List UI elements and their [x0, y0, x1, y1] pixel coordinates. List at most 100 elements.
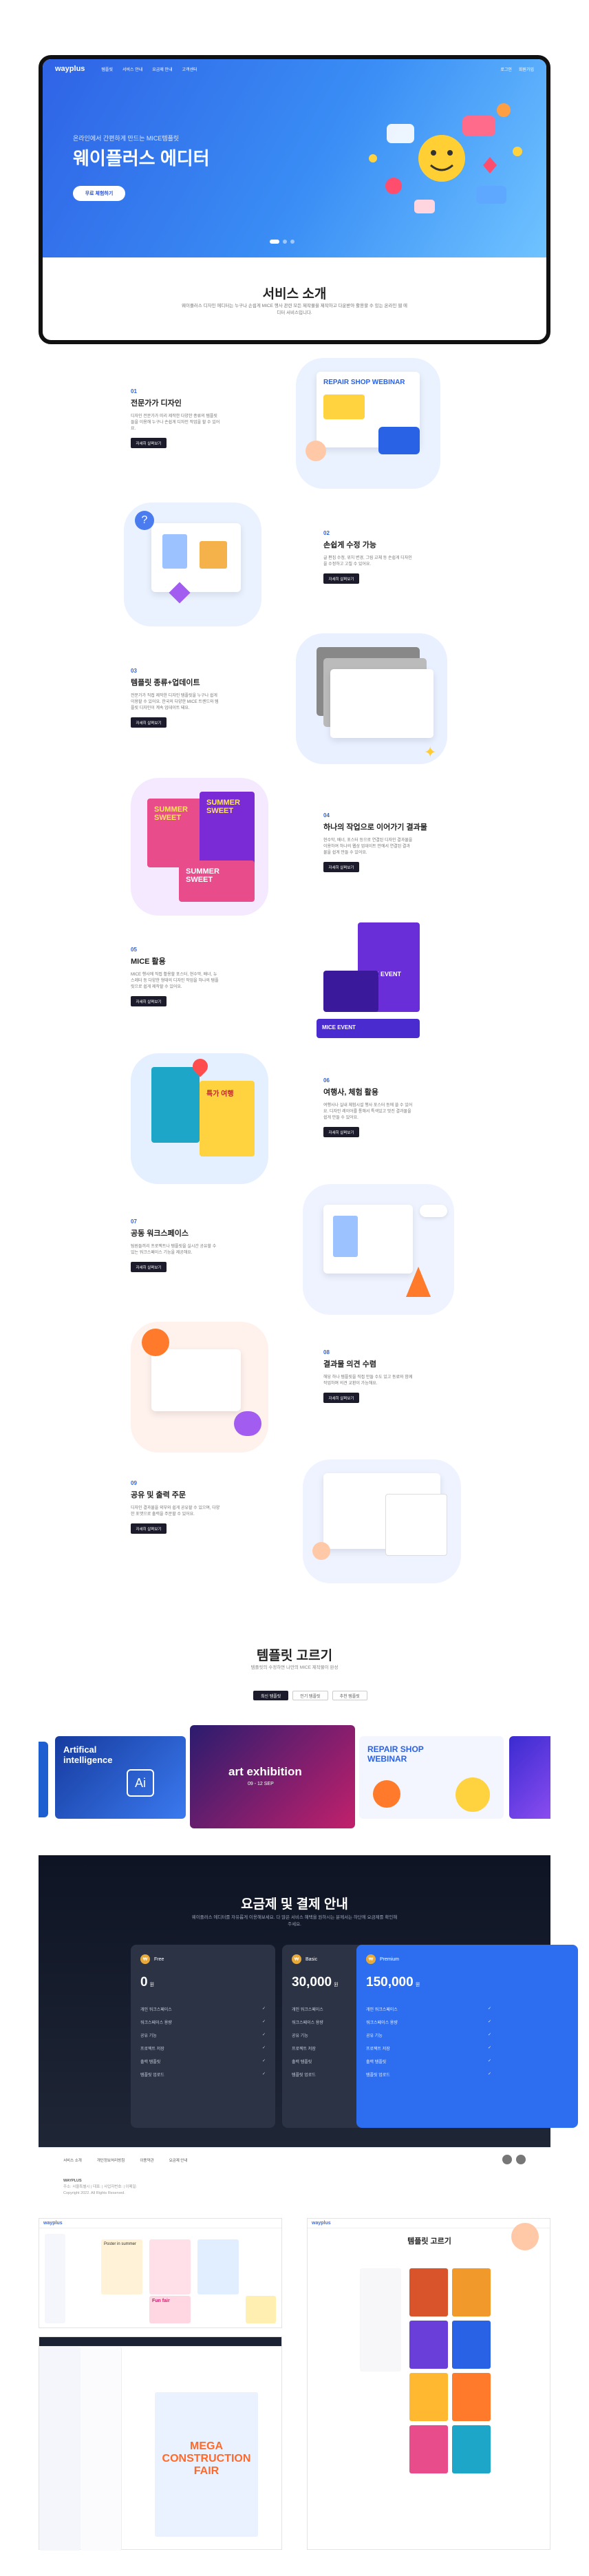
template-card-edge-left[interactable] — [39, 1742, 48, 1817]
chat-bubble-icon — [462, 116, 495, 136]
screen-template-picker: wayplus 템플릿 고르기 — [307, 2218, 550, 2550]
coin-icon: ₩ — [366, 1954, 376, 1964]
template-card-date: 09 - 12 SEP — [248, 1782, 274, 1786]
thumb-funfair[interactable]: Fun fair — [149, 2296, 191, 2323]
footer-link[interactable]: 이용약관 — [140, 2157, 153, 2163]
feature-detail-button[interactable]: 자세히 살펴보기 — [131, 1262, 167, 1272]
check-icon: ✓ — [261, 2059, 266, 2063]
login-link[interactable]: 로그인 — [500, 66, 512, 72]
feature-desc: 글 편집 수정, 위치 변경, 그림 교체 등 손쉽게 디자인을 수정하고 고칠… — [323, 556, 412, 567]
nav-link-pricing[interactable]: 요금제 안내 — [152, 66, 172, 72]
feature-detail-button[interactable]: 자세히 살펴보기 — [131, 996, 167, 1006]
plan-feature: 템플릿 업로드 ✓ — [366, 2068, 491, 2081]
hand-icon — [306, 441, 326, 461]
check-icon: ✓ — [261, 2033, 266, 2037]
plan-feature: 출력 템플릿 ✓ — [140, 2055, 266, 2068]
plan-premium[interactable]: ₩ Premium 150,000 원 개인 워크스페이스 ✓ 워크스페이스 용량 ✓ … — [356, 1945, 501, 2128]
feature-desc: 팀원들끼리 프로젝트나 템플릿을 실시간 공유할 수 있는 워크스페이스 기능을… — [131, 1245, 217, 1255]
feature-detail-button[interactable]: 자세히 살펴보기 — [131, 438, 167, 448]
top-nav: wayplus 템플릿 서비스 안내 요금제 안내 고객센터 로그인 회원가입 — [43, 59, 546, 78]
feature-detail-button[interactable]: 자세히 살펴보기 — [323, 573, 359, 584]
nav-links: 템플릿 서비스 안내 요금제 안내 고객센터 — [101, 66, 197, 72]
nav-auth: 로그인 회원가입 — [500, 66, 534, 72]
tab-recommended[interactable]: 추천 템플릿 — [332, 1691, 367, 1700]
footer-link[interactable]: 서비스 소개 — [63, 2157, 82, 2163]
footer-info: WAYPLUS 주소: 서울특별시 | 대표: | 사업자번호: | 이메일: … — [63, 2178, 137, 2197]
footer-address: 주소: 서울특별시 | 대표: | 사업자번호: | 이메일: — [63, 2185, 138, 2189]
feature-title: 공동 워크스페이스 — [131, 1229, 189, 1238]
feature-detail-button[interactable]: 자세히 살펴보기 — [323, 1393, 359, 1403]
signup-link[interactable]: 회원가입 — [519, 66, 534, 72]
check-icon: ✓ — [487, 2033, 491, 2037]
social-icon[interactable] — [502, 2155, 512, 2164]
plan-feature: 프로젝트 저장 ✓ — [140, 2042, 266, 2055]
template-card-title: Artifical intelligence — [63, 1744, 113, 1765]
plan-feature-label: 템플릿 업로드 — [366, 2073, 390, 2078]
nav-link-service[interactable]: 서비스 안내 — [122, 66, 142, 72]
feature-05: 05 MICE 활용 MICE 행사에 직접 활용할 포스터, 현수막, 배너,… — [131, 947, 220, 1006]
check-icon: ✓ — [487, 2007, 491, 2011]
plan-price: 150,000 원 — [366, 1975, 491, 1990]
feature-07-illustration — [303, 1184, 454, 1315]
coin-icon: ₩ — [140, 1954, 150, 1964]
check-icon: ✓ — [261, 2072, 266, 2076]
plan-features: 개인 워크스페이스 ✓ 워크스페이스 용량 ✓ 공유 기능 ✓ 프로젝트 저장 ✓ 출력… — [140, 2003, 266, 2081]
message-bubble-icon — [387, 124, 414, 143]
hero-title: 웨이플러스 에디터 — [73, 148, 210, 169]
cone-icon — [406, 1267, 431, 1297]
service-desc: 웨이플러스 디자인 에디터는 누구나 손쉽게 MICE 행사 관련 모든 제작물… — [181, 304, 407, 315]
plan-feature: 공유 기능 ✓ — [140, 2029, 266, 2042]
plan-feature-label: 프로젝트 저장 — [366, 2047, 390, 2051]
feature-num: 06 — [323, 1077, 330, 1084]
feature-detail-button[interactable]: 자세히 살펴보기 — [323, 1127, 359, 1137]
feature-04-illustration: SUMMER SWEET SUMMER SWEET SUMMER SWEET — [131, 778, 268, 916]
plan-feature-label: 개인 워크스페이스 — [366, 2008, 398, 2012]
coin-icon: ₩ — [292, 1954, 301, 1964]
feature-06: 06 여행사, 체험 활용 여행사나 실내 체험시설 행사 포스터 등에 쓸 수… — [323, 1077, 413, 1137]
feature-09: 09 공유 및 출력 주문 디자인 결과물을 외부와 쉽게 공유할 수 있으며,… — [131, 1480, 220, 1534]
feature-detail-button[interactable]: 자세히 살펴보기 — [131, 1523, 167, 1534]
sparkle-icon: ✦ — [424, 743, 437, 761]
plan-free[interactable]: ₩ Free 0원 개인 워크스페이스 ✓ 워크스페이스 용량 ✓ 공유 기능 ✓ 프로… — [131, 1945, 275, 2128]
template-card-art[interactable]: art exhibition 09 - 12 SEP — [190, 1725, 355, 1828]
nav-link-support[interactable]: 고객센터 — [182, 66, 197, 72]
feature-desc: 해당 하나 템플릿을 직접 만들 수도 있고 동료와 함께 작업하며 의견 교환… — [323, 1375, 413, 1386]
footer-link[interactable]: 개인정보처리방침 — [97, 2157, 125, 2163]
plan-feature-label: 프로젝트 저장 — [292, 2047, 316, 2051]
mega-fair-poster[interactable]: MEGA CONSTRUCTION FAIR — [155, 2392, 258, 2537]
feature-03-illustration: ✦ — [296, 633, 447, 764]
carousel-dots[interactable] — [270, 240, 294, 244]
screen-template-list: wayplus Poster in summer Fun fair — [39, 2218, 282, 2328]
tab-popular[interactable]: 인기 템플릿 — [292, 1691, 328, 1700]
plan-name-label: Free — [154, 1956, 164, 1962]
template-card-title: REPAIR SHOP WEBINAR — [367, 1744, 424, 1764]
feature-detail-button[interactable]: 자세히 살펴보기 — [131, 717, 167, 728]
template-card-ai[interactable]: Artifical intelligence Ai — [55, 1736, 186, 1819]
plan-feature: 개인 워크스페이스 ✓ — [366, 2003, 491, 2016]
feature-num: 05 — [131, 947, 137, 953]
nav-link-templates[interactable]: 템플릿 — [101, 66, 113, 72]
feature-01-illustration: REPAIR SHOP WEBINAR — [296, 358, 440, 489]
feature-num: 03 — [131, 668, 137, 674]
social-icon[interactable] — [516, 2155, 526, 2164]
thumb-poster[interactable]: Poster in summer — [101, 2239, 142, 2294]
hero-illustration — [369, 103, 522, 213]
footer-link[interactable]: 요금제 안내 — [169, 2157, 188, 2163]
chat-bubble-icon — [142, 1329, 169, 1356]
template-card-edge-right[interactable] — [509, 1736, 550, 1819]
footer-copyright: Copyright 2022. All Rights Reserved. — [63, 2191, 125, 2195]
plan-feature: 워크스페이스 용량 ✓ — [366, 2016, 491, 2029]
free-trial-button[interactable]: 무료 체험하기 — [73, 186, 125, 201]
logo[interactable]: wayplus — [55, 65, 85, 73]
tab-latest[interactable]: 최신 템플릿 — [253, 1691, 289, 1700]
feature-03: 03 템플릿 종류+업데이트 전문가가 직접 제작한 디자인 템플릿을 누구나 … — [131, 668, 220, 728]
plan-feature-label: 공유 기능 — [366, 2034, 383, 2038]
plan-feature-label: 워크스페이스 용량 — [140, 2021, 172, 2025]
plan-feature-label: 템플릿 업로드 — [292, 2073, 316, 2078]
feature-num: 04 — [323, 812, 330, 819]
feature-detail-button[interactable]: 자세히 살펴보기 — [323, 862, 359, 872]
feature-title: MICE 활용 — [131, 958, 166, 966]
like-bubble-icon — [476, 186, 506, 204]
template-card-repair[interactable]: REPAIR SHOP WEBINAR — [359, 1736, 504, 1819]
comment-bubble-icon — [234, 1411, 261, 1436]
